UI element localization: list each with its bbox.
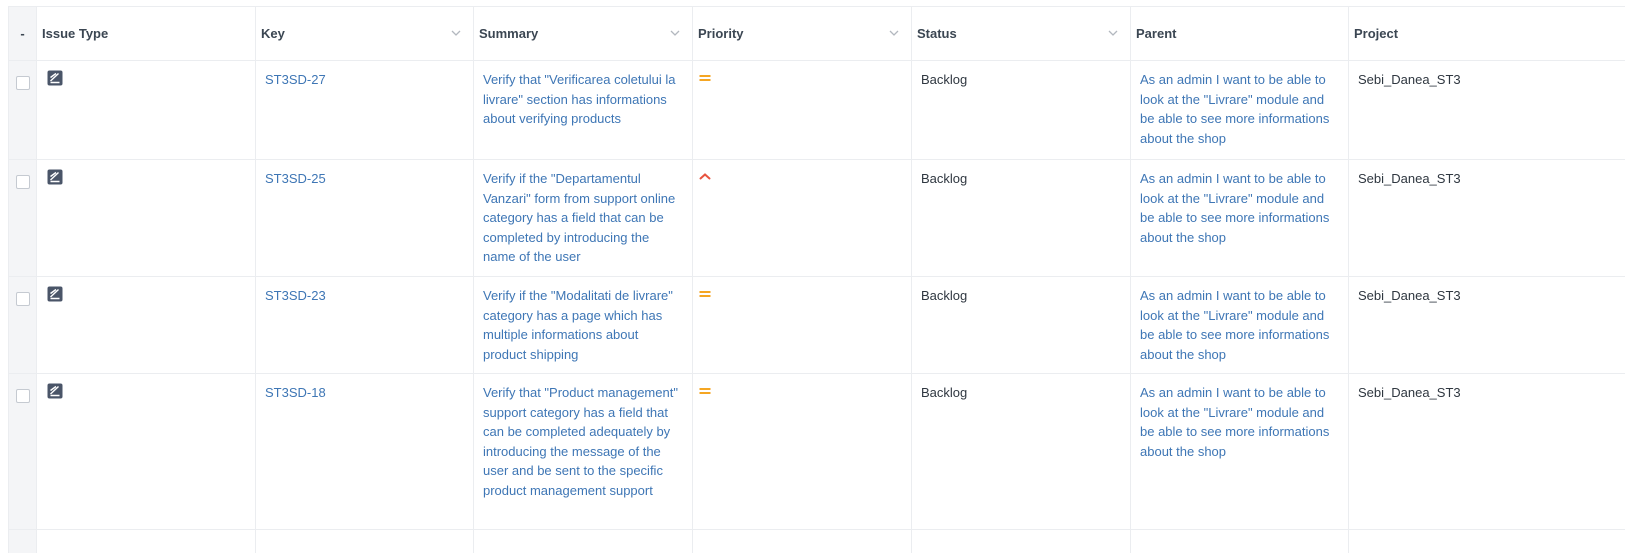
table-row[interactable]: ST3SD-23 Verify if the "Modalitati de li…	[8, 276, 1625, 374]
column-header-key[interactable]: Key	[255, 6, 474, 61]
chevron-down-icon[interactable]	[449, 26, 463, 40]
column-header-label: Key	[261, 26, 285, 41]
key-cell[interactable]: ST3SD-27	[255, 60, 474, 160]
row-select-cell	[8, 529, 37, 553]
summary-cell[interactable]: Verify that "Product management" support…	[473, 373, 693, 530]
parent-cell[interactable]: As an admin I want to be able to look at…	[1130, 276, 1349, 374]
row-checkbox[interactable]	[15, 389, 30, 403]
row-select-cell	[8, 373, 37, 530]
issue-type-cell	[36, 60, 256, 160]
table-row[interactable]: ST3SD-25 Verify if the "Departamentul Va…	[8, 159, 1625, 277]
status-cell: Backlog	[911, 60, 1131, 160]
summary-cell[interactable]: Verify that "Verificarea coletului la li…	[473, 60, 693, 160]
status-text: Backlog	[921, 385, 968, 400]
parent-cell[interactable]	[1130, 529, 1349, 553]
column-header-parent[interactable]: Parent	[1130, 6, 1349, 61]
status-cell: Backlog	[911, 276, 1131, 374]
issue-table: - Issue Type Key Summary Priority Status	[8, 6, 1625, 553]
parent-cell[interactable]: As an admin I want to be able to look at…	[1130, 373, 1349, 530]
key-cell[interactable]: ST3SD-18	[255, 373, 474, 530]
project-text: Sebi_Danea_ST3	[1358, 171, 1461, 186]
project-cell: Sebi_Danea_ST3	[1348, 373, 1625, 530]
key-cell[interactable]	[255, 529, 474, 553]
project-text: Sebi_Danea_ST3	[1358, 385, 1461, 400]
row-select-cell	[8, 159, 37, 277]
project-cell: Sebi_Danea_ST3	[1348, 159, 1625, 277]
chevron-down-icon[interactable]	[1106, 26, 1120, 40]
issue-summary-link[interactable]: Verify if the "Modalitati de livrare" ca…	[474, 286, 692, 364]
key-cell[interactable]: ST3SD-23	[255, 276, 474, 374]
row-checkbox[interactable]	[15, 76, 30, 90]
chevron-down-icon[interactable]	[668, 26, 682, 40]
priority-cell	[692, 276, 912, 374]
medium-priority-icon	[699, 291, 711, 297]
column-header-label: Summary	[479, 26, 539, 41]
row-checkbox[interactable]	[15, 175, 30, 189]
status-cell	[911, 529, 1131, 553]
parent-link[interactable]: As an admin I want to be able to look at…	[1131, 169, 1348, 247]
status-text: Backlog	[921, 171, 968, 186]
issue-summary-link[interactable]: Verify if the "Departamentul Vanzari" fo…	[474, 169, 692, 267]
project-cell: Sebi_Danea_ST3	[1348, 60, 1625, 160]
priority-cell	[692, 60, 912, 160]
issue-key-link[interactable]: ST3SD-27	[256, 70, 473, 90]
column-header-priority[interactable]: Priority	[692, 6, 912, 61]
test-issue-icon	[47, 169, 63, 185]
row-select-cell	[8, 276, 37, 374]
project-text: Sebi_Danea_ST3	[1358, 288, 1461, 303]
column-header-issue-type[interactable]: Issue Type	[36, 6, 256, 61]
summary-cell[interactable]	[473, 529, 693, 553]
project-cell	[1348, 529, 1625, 553]
priority-cell	[692, 529, 912, 553]
select-all-header[interactable]: -	[8, 6, 37, 61]
issue-type-cell	[36, 529, 256, 553]
table-row[interactable]: ST3SD-27 Verify that "Verificarea coletu…	[8, 60, 1625, 160]
issue-summary-link[interactable]: Verify that "Verificarea coletului la li…	[474, 70, 692, 129]
parent-link[interactable]: As an admin I want to be able to look at…	[1131, 286, 1348, 364]
parent-cell[interactable]: As an admin I want to be able to look at…	[1130, 159, 1349, 277]
issue-key-link[interactable]: ST3SD-23	[256, 286, 473, 306]
priority-cell	[692, 159, 912, 277]
status-text: Backlog	[921, 288, 968, 303]
project-text: Sebi_Danea_ST3	[1358, 72, 1461, 87]
issue-type-cell	[36, 276, 256, 374]
test-issue-icon	[47, 383, 63, 399]
header-row: - Issue Type Key Summary Priority Status	[8, 6, 1625, 61]
column-header-label: Parent	[1136, 26, 1177, 41]
medium-priority-icon	[699, 75, 711, 81]
column-header-label: Priority	[698, 26, 744, 41]
test-issue-icon	[47, 286, 63, 302]
column-header-label: Issue Type	[42, 26, 109, 41]
issue-key-link[interactable]: ST3SD-25	[256, 169, 473, 189]
issue-type-cell	[36, 373, 256, 530]
row-select-cell	[8, 60, 37, 160]
column-header-label: Status	[917, 26, 957, 41]
high-priority-icon	[699, 173, 711, 180]
issue-key-link[interactable]: ST3SD-18	[256, 383, 473, 403]
column-header-status[interactable]: Status	[911, 6, 1131, 61]
parent-cell[interactable]: As an admin I want to be able to look at…	[1130, 60, 1349, 160]
parent-link[interactable]: As an admin I want to be able to look at…	[1131, 383, 1348, 461]
row-checkbox[interactable]	[15, 292, 30, 306]
column-header-summary[interactable]: Summary	[473, 6, 693, 61]
priority-cell	[692, 373, 912, 530]
issue-summary-link[interactable]: Verify that "Product management" support…	[474, 383, 692, 500]
column-header-project[interactable]: Project	[1348, 6, 1625, 61]
status-cell: Backlog	[911, 159, 1131, 277]
table-row[interactable]	[8, 529, 1625, 553]
issue-type-cell	[36, 159, 256, 277]
column-header-label: Project	[1354, 26, 1399, 41]
summary-cell[interactable]: Verify if the "Modalitati de livrare" ca…	[473, 276, 693, 374]
parent-link[interactable]: As an admin I want to be able to look at…	[1131, 70, 1348, 148]
project-cell: Sebi_Danea_ST3	[1348, 276, 1625, 374]
status-text: Backlog	[921, 72, 968, 87]
summary-cell[interactable]: Verify if the "Departamentul Vanzari" fo…	[473, 159, 693, 277]
chevron-down-icon[interactable]	[887, 26, 901, 40]
table-row[interactable]: ST3SD-18 Verify that "Product management…	[8, 373, 1625, 530]
key-cell[interactable]: ST3SD-25	[255, 159, 474, 277]
status-cell: Backlog	[911, 373, 1131, 530]
issue-table-container: - Issue Type Key Summary Priority Status	[0, 0, 1625, 553]
test-issue-icon	[47, 70, 63, 86]
medium-priority-icon	[699, 388, 711, 394]
